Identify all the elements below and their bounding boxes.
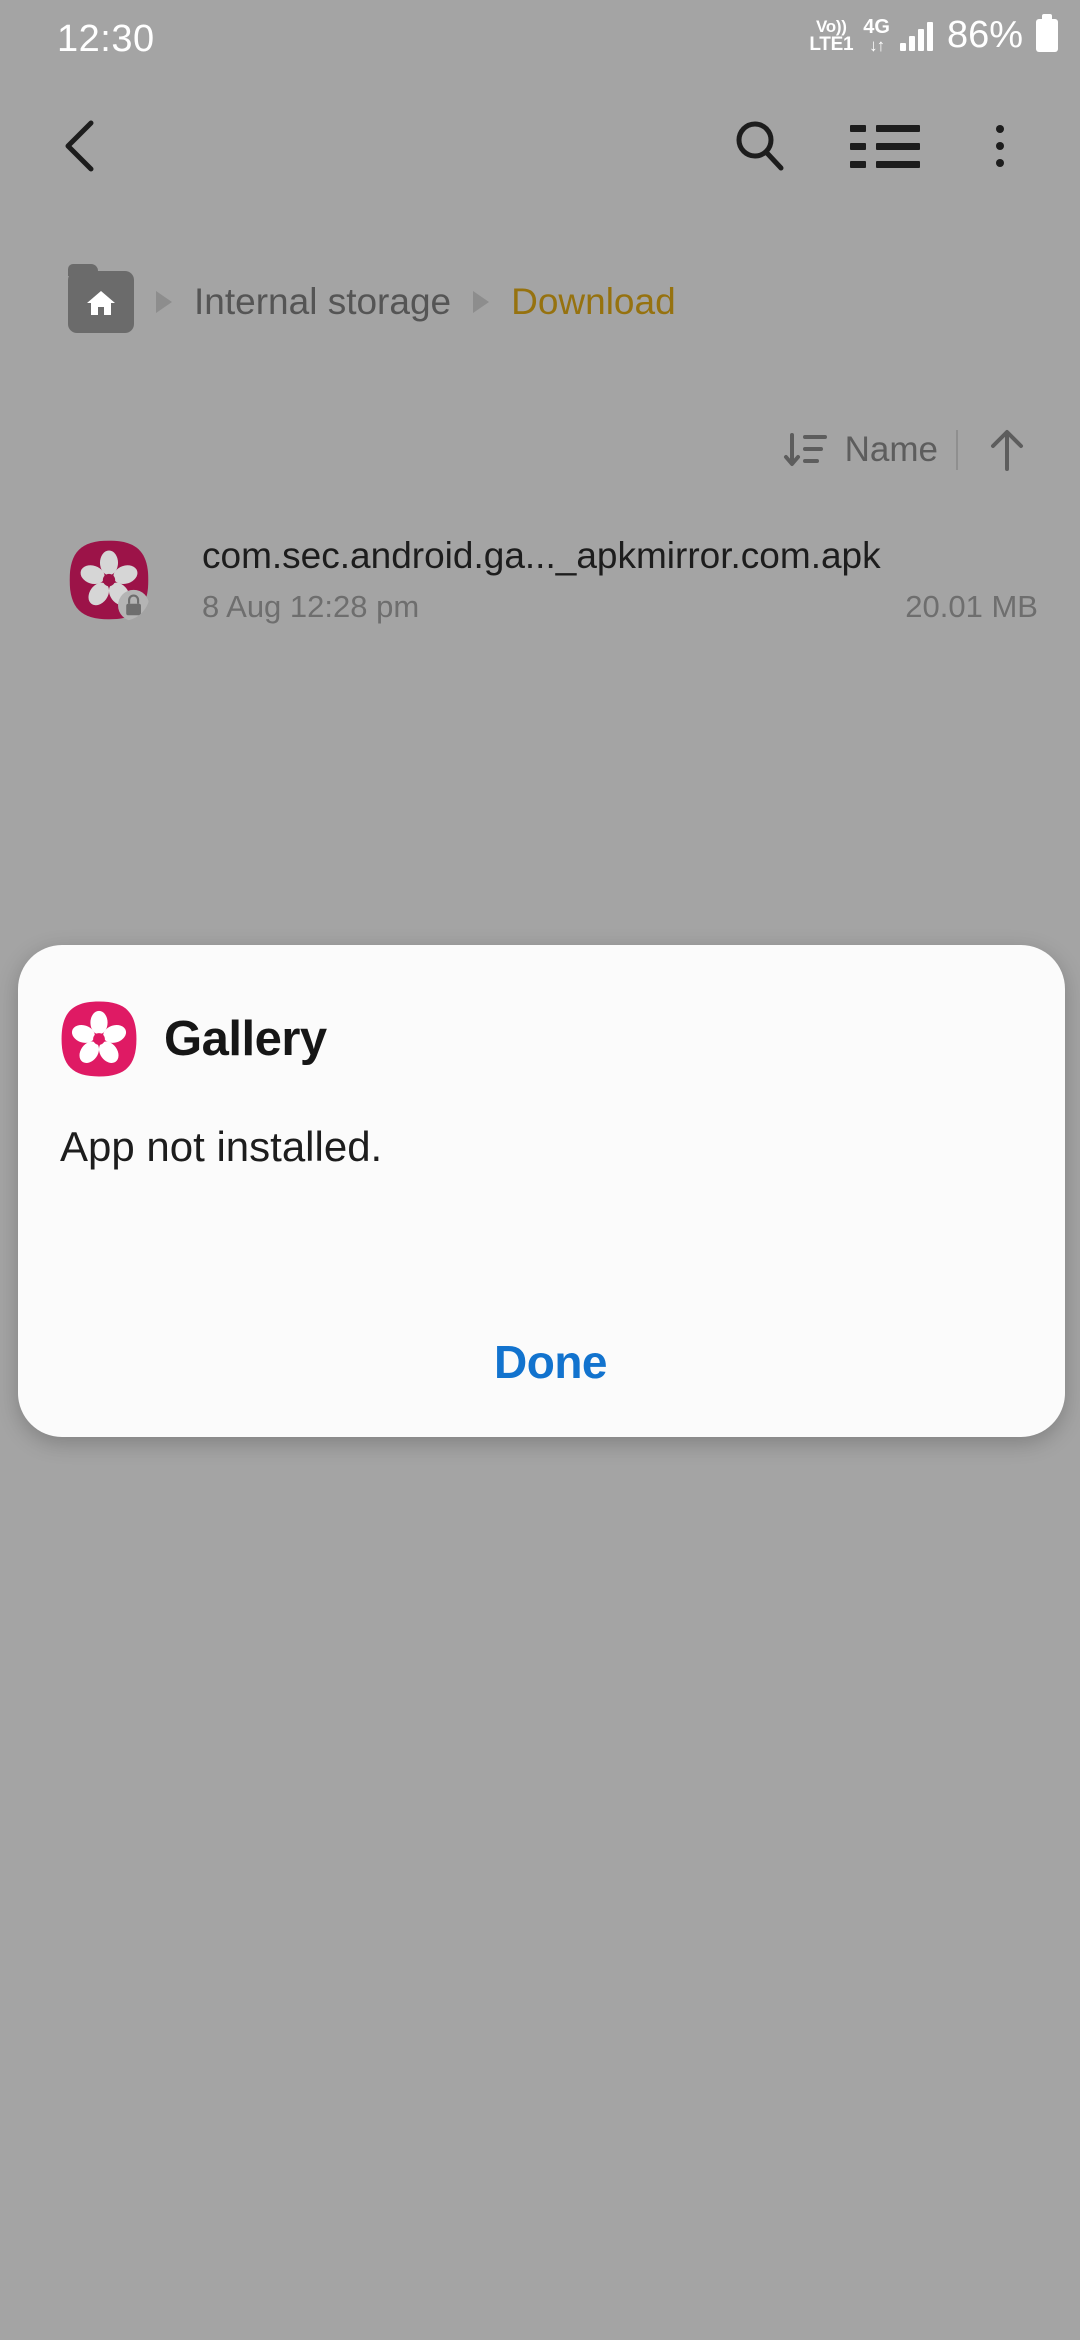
dialog-message: App not installed. xyxy=(60,1123,382,1171)
breadcrumb-separator-1 xyxy=(156,291,172,313)
phone-screen: 12:30 Vo)) LTE1 4G ↓↑ 86% xyxy=(0,0,1080,2340)
back-chevron-icon xyxy=(57,118,103,174)
sort-bar: Name xyxy=(0,410,1080,490)
done-button[interactable]: Done xyxy=(440,1317,661,1407)
file-date: 8 Aug 12:28 pm xyxy=(202,589,419,625)
sort-divider xyxy=(956,430,958,470)
file-size: 20.01 MB xyxy=(905,589,1038,625)
app-not-installed-dialog: Gallery App not installed. Done xyxy=(18,945,1065,1437)
list-view-icon xyxy=(850,125,920,168)
dialog-title: Gallery xyxy=(164,1011,327,1067)
file-details: com.sec.android.ga..._apkmirror.com.apk … xyxy=(202,535,1038,625)
view-mode-button[interactable] xyxy=(845,106,925,186)
breadcrumb-item-internal-storage[interactable]: Internal storage xyxy=(194,281,451,323)
breadcrumb: Internal storage Download xyxy=(0,262,1080,342)
overflow-menu-icon xyxy=(996,125,1004,167)
app-toolbar xyxy=(0,90,1080,200)
back-button[interactable] xyxy=(40,106,120,186)
file-icon-container xyxy=(68,539,150,621)
breadcrumb-separator-2 xyxy=(473,291,489,313)
data-transfer-arrows-icon: ↓↑ xyxy=(869,37,884,54)
gallery-app-icon xyxy=(60,1000,138,1078)
file-list: com.sec.android.ga..._apkmirror.com.apk … xyxy=(0,510,1080,650)
lock-badge-icon xyxy=(118,590,149,621)
arrow-up-icon xyxy=(985,425,1029,475)
more-options-button[interactable] xyxy=(960,106,1040,186)
status-indicators: Vo)) LTE1 4G ↓↑ 86% xyxy=(809,14,1058,57)
file-name: com.sec.android.ga..._apkmirror.com.apk xyxy=(202,535,1038,577)
gallery-app-icon xyxy=(68,539,150,621)
status-clock: 12:30 xyxy=(57,18,155,61)
volte-label-top: Vo)) xyxy=(816,18,847,35)
volte-label-bottom: LTE1 xyxy=(809,35,853,54)
search-icon xyxy=(731,117,789,175)
network-type-icon: 4G ↓↑ xyxy=(863,17,890,54)
dialog-header: Gallery xyxy=(60,1000,327,1078)
status-bar: 12:30 Vo)) LTE1 4G ↓↑ 86% xyxy=(0,0,1080,82)
volte-icon: Vo)) LTE1 xyxy=(809,18,853,54)
file-list-item[interactable]: com.sec.android.ga..._apkmirror.com.apk … xyxy=(0,510,1080,650)
sort-by-button[interactable]: Name xyxy=(783,427,938,473)
search-button[interactable] xyxy=(720,106,800,186)
battery-percent-label: 86% xyxy=(947,14,1023,57)
network-type-label: 4G xyxy=(863,17,890,37)
home-glyph-icon xyxy=(84,286,118,318)
sort-direction-button[interactable] xyxy=(976,419,1038,481)
signal-bars-icon xyxy=(900,21,933,51)
battery-icon xyxy=(1036,19,1058,52)
file-subtitle-row: 8 Aug 12:28 pm 20.01 MB xyxy=(202,589,1038,625)
sort-by-label: Name xyxy=(845,430,938,470)
home-folder-icon[interactable] xyxy=(68,271,134,333)
breadcrumb-item-download[interactable]: Download xyxy=(511,281,676,323)
sort-descending-icon xyxy=(783,427,829,473)
dialog-button-bar: Done xyxy=(18,1287,1065,1437)
